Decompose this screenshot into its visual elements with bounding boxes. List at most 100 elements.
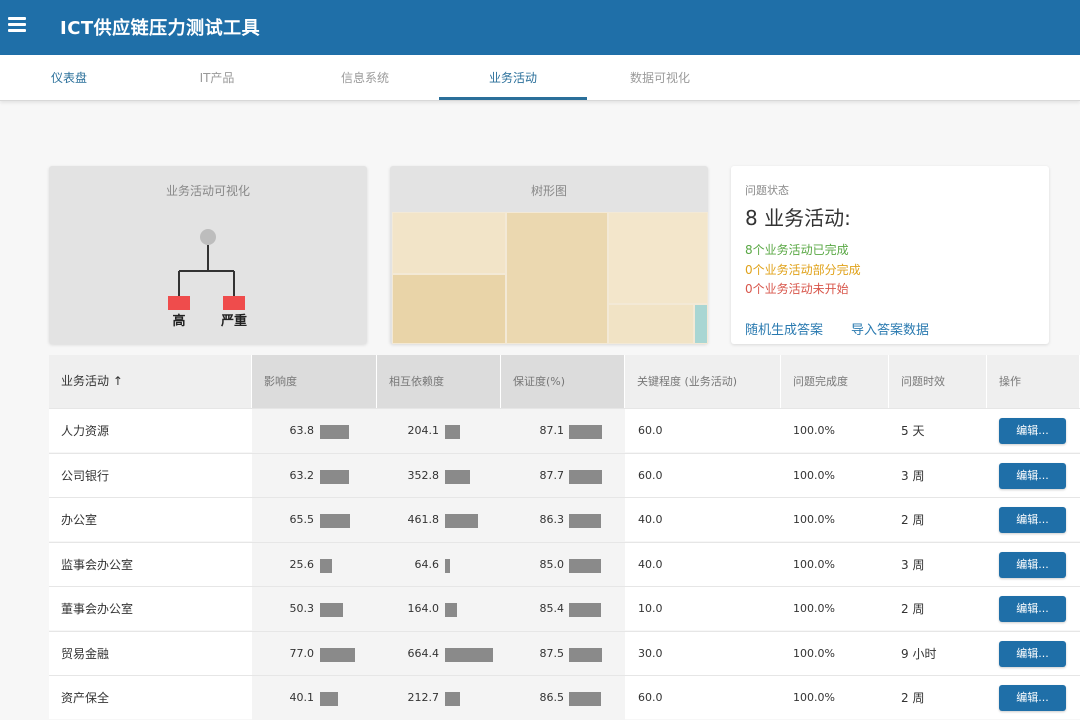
impact-bar (320, 647, 355, 662)
treemap-cell[interactable] (392, 212, 506, 274)
impact-value: 40.1 (289, 691, 315, 704)
completion-value: 100.0% (793, 691, 835, 704)
activity-count: 8 (745, 206, 758, 230)
import-answer-link[interactable]: 导入答案数据 (851, 319, 929, 338)
active-tab-indicator (439, 97, 587, 100)
status-completed: 8个业务活动已完成 (745, 241, 849, 258)
tree-root-node (200, 229, 216, 245)
treemap-card-title: 树形图 (530, 184, 567, 198)
header-activity[interactable]: 业务活动 ↑ (49, 355, 252, 408)
timeliness-value: 2 周 (901, 513, 925, 527)
not-started-text: 个业务活动未开始 (752, 282, 849, 296)
criticality-value: 60.0 (638, 691, 663, 704)
edit-button[interactable]: 编辑... (999, 640, 1066, 667)
completed-text: 个业务活动已完成 (752, 243, 849, 257)
impact-value: 63.8 (289, 424, 315, 437)
header-criticality[interactable]: 关键程度 (业务活动) (625, 355, 781, 408)
activity-tree-diagram: 高 严重 (168, 229, 247, 329)
table-row: 资产保全 40.1 212.7 86.5 60.0 100.0% 2 周 编辑... (49, 675, 1080, 720)
impact-bar (320, 558, 332, 573)
treemap-cell[interactable] (608, 212, 708, 304)
completion-value: 100.0% (793, 557, 835, 571)
table-row: 公司银行 63.2 352.8 87.7 60.0 100.0% 3 周 编辑... (49, 452, 1080, 498)
edit-button[interactable]: 编辑... (999, 418, 1066, 444)
assurance-bar (569, 425, 602, 439)
interdependency-value: 461.8 (407, 513, 440, 526)
header-assurance[interactable]: 保证度(%) (501, 355, 625, 408)
treemap-cell[interactable] (608, 304, 694, 344)
treemap-cell[interactable] (506, 212, 608, 344)
header-actions: 操作 (987, 355, 1080, 408)
assurance-value: 86.3 (539, 513, 565, 526)
impact-bar (320, 603, 343, 617)
table-row: 贸易金融 77.0 664.4 87.5 30.0 100.0% 9 小时 编辑... (49, 630, 1080, 676)
edit-button[interactable]: 编辑... (999, 462, 1066, 489)
interdependency-bar (445, 425, 460, 439)
edit-button[interactable]: 编辑... (999, 596, 1066, 622)
assurance-value: 85.4 (539, 602, 565, 615)
timeliness-value: 2 周 (901, 691, 925, 705)
completion-value: 100.0% (793, 646, 835, 660)
edit-button[interactable]: 编辑... (999, 551, 1066, 578)
interdependency-value: 204.1 (407, 424, 440, 437)
completion-value: 100.0% (793, 468, 835, 482)
criticality-value: 60.0 (638, 424, 663, 437)
tab-data-visualization[interactable]: 数据可视化 (610, 55, 710, 101)
activity-name: 董事会办公室 (61, 602, 134, 616)
app-header: ICT供应链压力测试工具 (0, 0, 1080, 55)
header-timeliness[interactable]: 问题时效 (889, 355, 987, 408)
criticality-value: 60.0 (638, 468, 663, 482)
completion-value: 100.0% (793, 602, 835, 615)
edit-button[interactable]: 编辑... (999, 685, 1066, 711)
header-interdependency[interactable]: 相互依赖度 (377, 355, 501, 408)
tree-node-severe-label: 严重 (220, 313, 247, 329)
interdependency-bar (445, 692, 460, 706)
table-row: 监事会办公室 25.6 64.6 85.0 40.0 100.0% 3 周 编辑... (49, 541, 1080, 587)
interdependency-bar (445, 603, 457, 617)
hamburger-menu-icon[interactable] (8, 17, 26, 33)
tab-dashboard[interactable]: 仪表盘 (30, 55, 108, 101)
interdependency-bar (445, 514, 478, 528)
treemap-card: 树形图 (390, 166, 708, 344)
status-partial: 0个业务活动部分完成 (745, 261, 861, 278)
status-not-started: 0个业务活动未开始 (745, 280, 849, 297)
tree-node-high-label: 高 (172, 313, 185, 329)
activity-name: 贸易金融 (61, 646, 110, 661)
impact-value: 63.2 (289, 468, 315, 482)
edit-button[interactable]: 编辑... (999, 507, 1066, 533)
treemap-cell[interactable] (694, 304, 708, 344)
table-row: 办公室 65.5 461.8 86.3 40.0 100.0% 2 周 编辑... (49, 497, 1080, 542)
interdependency-bar (445, 647, 493, 662)
assurance-value: 87.1 (539, 424, 565, 437)
business-activity-viz-card: 业务活动可视化 高 严重 (49, 166, 367, 344)
header-impact[interactable]: 影响度 (252, 355, 377, 408)
criticality-value: 10.0 (638, 602, 663, 615)
activity-name: 人力资源 (61, 424, 110, 438)
header-completion[interactable]: 问题完成度 (781, 355, 889, 408)
tab-it-products[interactable]: IT产品 (180, 55, 254, 101)
assurance-bar (569, 692, 601, 706)
interdependency-value: 664.4 (407, 646, 440, 660)
completion-value: 100.0% (793, 424, 835, 437)
impact-bar (320, 692, 338, 706)
activity-name: 监事会办公室 (61, 557, 134, 572)
treemap-cell[interactable] (392, 274, 506, 344)
impact-bar (320, 469, 349, 484)
assurance-bar (569, 647, 602, 662)
impact-value: 65.5 (289, 513, 315, 526)
criticality-value: 30.0 (638, 646, 663, 660)
table-header: 业务活动 ↑ 影响度 相互依赖度 保证度(%) 关键程度 (业务活动) 问题完成… (49, 355, 1080, 408)
tab-business-activities[interactable]: 业务活动 (439, 55, 587, 101)
random-answer-link[interactable]: 随机生成答案 (745, 319, 823, 338)
issue-status-heading: 8 业务活动: (745, 202, 851, 231)
timeliness-value: 3 周 (901, 557, 925, 572)
completed-count: 8 (745, 243, 753, 257)
assurance-value: 87.5 (539, 646, 565, 660)
criticality-value: 40.0 (638, 513, 663, 526)
impact-value: 77.0 (289, 646, 315, 660)
tab-info-systems[interactable]: 信息系统 (325, 55, 405, 101)
timeliness-value: 9 小时 (901, 646, 937, 661)
impact-value: 50.3 (289, 602, 315, 615)
table-row: 董事会办公室 50.3 164.0 85.4 10.0 100.0% 2 周 编辑... (49, 586, 1080, 631)
interdependency-value: 212.7 (407, 691, 440, 704)
